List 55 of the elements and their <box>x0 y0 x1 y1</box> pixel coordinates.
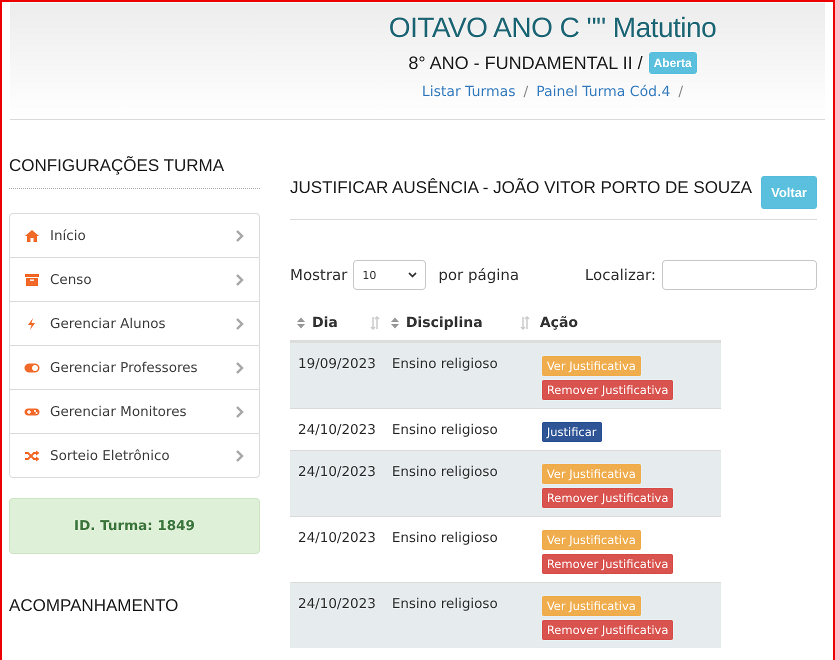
column-header[interactable]: Dia <box>312 315 364 331</box>
menu-label: Gerenciar Monitores <box>49 404 188 420</box>
section-title: CONFIGURAÇÕES TURMA <box>9 156 260 189</box>
remove-justification-button[interactable]: Remover Justificativa <box>542 380 674 400</box>
home-icon <box>24 228 40 242</box>
sidebar-item[interactable]: Gerenciar Alunos <box>10 302 259 346</box>
status-badge: Aberta <box>648 52 697 74</box>
sidebar-item[interactable]: Gerenciar Monitores <box>10 390 259 434</box>
menu-label: Início <box>49 228 87 244</box>
chevron-right-icon <box>235 228 245 242</box>
chevron-right-icon <box>235 316 245 330</box>
remove-justification-button[interactable]: Remover Justificativa <box>542 488 674 508</box>
table-cell: 19/09/2023 <box>290 342 384 408</box>
length-suffix: por página <box>438 266 520 284</box>
justify-button[interactable]: Justificar <box>542 422 602 442</box>
page-heading: JUSTIFICAR AUSÊNCIA - JOÃO VITOR PORTO DE SOUZA <box>290 178 752 198</box>
table-cell: 24/10/2023 <box>290 450 384 516</box>
breadcrumb-separator: / <box>678 84 684 100</box>
sidebar-item[interactable]: Gerenciar Professores <box>10 346 259 390</box>
remove-justification-button[interactable]: Remover Justificativa <box>542 554 674 574</box>
section-title: ACOMPANHAMENTO <box>9 596 180 616</box>
sort-order-icon <box>520 316 530 330</box>
sidebar-item[interactable]: Censo <box>10 258 259 302</box>
table-cell: 24/10/2023 <box>290 582 384 648</box>
chevron-right-icon <box>235 272 245 286</box>
class-id: ID. Turma: 1849 <box>74 518 195 534</box>
menu-label: Censo <box>49 272 93 288</box>
breadcrumb-link[interactable]: Listar Turmas <box>422 84 516 100</box>
remove-justification-button[interactable]: Remover Justificativa <box>542 620 674 640</box>
sidebar-item[interactable]: Início <box>10 214 259 258</box>
sidebar-item[interactable]: Sorteio Eletrônico <box>10 434 259 477</box>
menu-label: Sorteio Eletrônico <box>49 448 171 464</box>
breadcrumb-separator: / <box>523 84 528 100</box>
table-cell: Ensino religioso <box>384 450 534 516</box>
archive-icon <box>24 272 40 286</box>
caret-icon <box>408 272 418 278</box>
page-title: OITAVO ANO C "" Matutino <box>388 12 716 44</box>
menu-label: Gerenciar Professores <box>49 360 199 376</box>
breadcrumb-link[interactable]: Painel Turma Cód.4 <box>536 84 670 100</box>
column-header[interactable]: Ação <box>540 315 717 331</box>
column-header[interactable]: Disciplina <box>406 315 514 331</box>
sort-order-icon <box>370 316 380 330</box>
table-cell: Ensino religioso <box>384 582 534 648</box>
search-field[interactable] <box>662 260 817 290</box>
toggle-icon <box>24 360 40 374</box>
shuffle-icon <box>24 448 40 462</box>
table-cell: Ensino religioso <box>384 342 534 408</box>
chevron-right-icon <box>235 360 245 374</box>
search-label: Localizar: <box>584 266 656 284</box>
class-subtitle: 8° ANO - FUNDAMENTAL II / <box>408 52 643 74</box>
length-label: Mostrar <box>290 266 348 284</box>
chevron-right-icon <box>235 404 245 418</box>
page-size-select[interactable]: 10 <box>353 260 426 290</box>
chevron-right-icon <box>235 448 245 462</box>
menu-label: Gerenciar Alunos <box>49 316 167 332</box>
